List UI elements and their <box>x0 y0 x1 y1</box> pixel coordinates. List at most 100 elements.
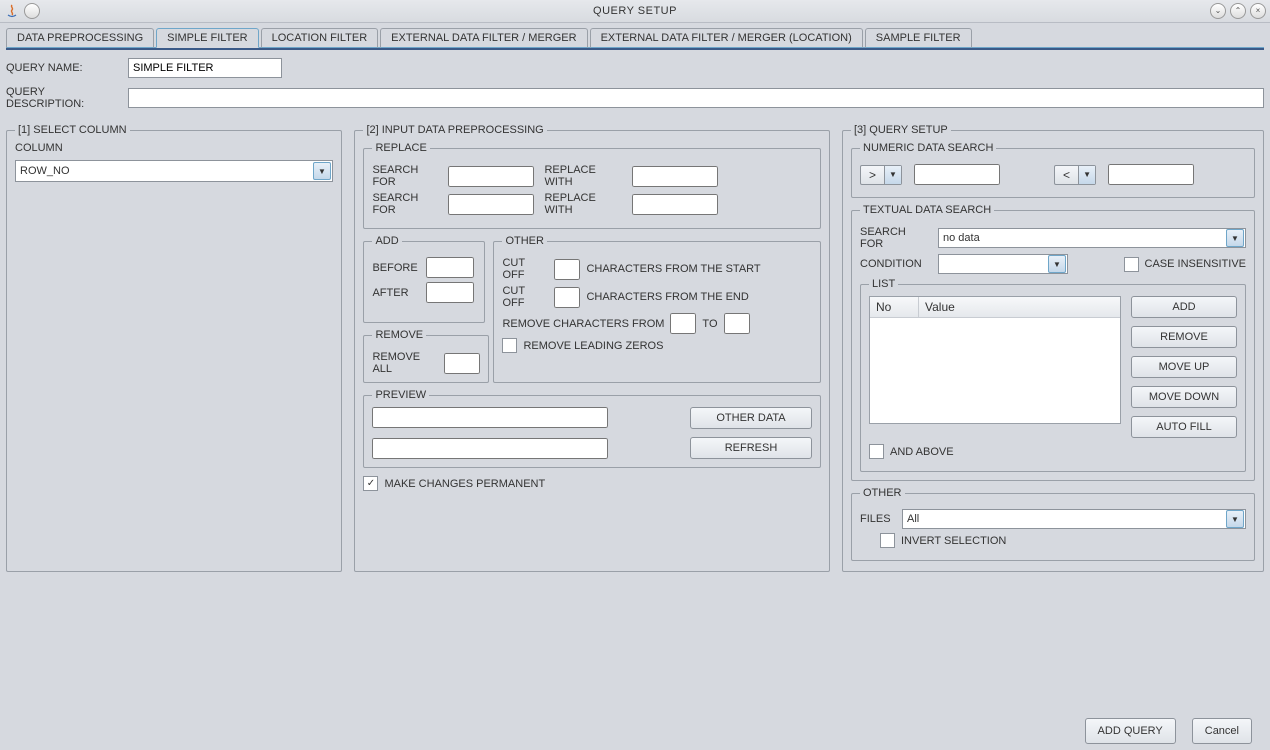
cutoff-start-input[interactable] <box>554 259 580 280</box>
query-name-label: QUERY NAME: <box>6 62 122 74</box>
chevron-down-icon: ▼ <box>1048 255 1066 273</box>
panel-query-setup: [3] QUERY SETUP NUMERIC DATA SEARCH >▼ <… <box>842 124 1264 572</box>
search-for-value: no data <box>943 232 980 244</box>
and-above-checkbox[interactable] <box>869 444 884 459</box>
tab-label: DATA PREPROCESSING <box>17 32 143 44</box>
panel-select-column: [1] SELECT COLUMN COLUMN ROW_NO ▼ <box>6 124 342 572</box>
from-end-label: CHARACTERS FROM THE END <box>586 291 748 303</box>
button-label: Cancel <box>1205 725 1239 737</box>
list-movedown-button[interactable]: MOVE DOWN <box>1131 386 1237 408</box>
before-input[interactable] <box>426 257 474 278</box>
other-data-button[interactable]: OTHER DATA <box>690 407 812 429</box>
numeric-op2-value: < <box>1055 168 1078 182</box>
list-autofill-button[interactable]: AUTO FILL <box>1131 416 1237 438</box>
column-select[interactable]: ROW_NO ▼ <box>15 160 333 182</box>
column-label: COLUMN <box>15 142 333 154</box>
panel2-legend: [2] INPUT DATA PREPROCESSING <box>363 124 546 136</box>
numeric-op2-select[interactable]: <▼ <box>1054 165 1096 185</box>
textual-legend: TEXTUAL DATA SEARCH <box>860 204 994 216</box>
tab-simple-filter[interactable]: SIMPLE FILTER <box>156 28 258 48</box>
tab-label: SIMPLE FILTER <box>167 32 247 44</box>
close-icon[interactable]: × <box>1250 3 1266 19</box>
maximize-icon[interactable]: ⌃ <box>1230 3 1246 19</box>
leading-zeros-checkbox[interactable] <box>502 338 517 353</box>
list-legend: LIST <box>869 278 898 290</box>
tab-external-filter-location[interactable]: EXTERNAL DATA FILTER / MERGER (LOCATION) <box>590 28 863 48</box>
replace-with-label: REPLACE WITH <box>544 164 626 188</box>
query-desc-label: QUERY DESCRIPTION: <box>6 86 122 110</box>
search-for-label: SEARCH FOR <box>372 192 442 216</box>
search-for-select[interactable]: no data ▼ <box>938 228 1246 248</box>
tab-label: LOCATION FILTER <box>272 32 368 44</box>
group-numeric-search: NUMERIC DATA SEARCH >▼ <▼ <box>851 142 1255 198</box>
condition-select[interactable]: ▼ <box>938 254 1068 274</box>
tab-data-preprocessing[interactable]: DATA PREPROCESSING <box>6 28 154 48</box>
after-label: AFTER <box>372 287 420 299</box>
cutoff-end-input[interactable] <box>554 287 580 308</box>
list-add-button[interactable]: ADD <box>1131 296 1237 318</box>
invert-selection-label: INVERT SELECTION <box>901 535 1006 547</box>
button-label: ADD <box>1172 301 1195 313</box>
files-select[interactable]: All ▼ <box>902 509 1246 529</box>
button-label: ADD QUERY <box>1098 725 1163 737</box>
preview-input-2[interactable] <box>372 438 608 459</box>
list-col-value: Value <box>919 297 1120 317</box>
cancel-button[interactable]: Cancel <box>1192 718 1252 744</box>
chevron-down-icon: ▼ <box>313 162 331 180</box>
remove-all-input[interactable] <box>444 353 480 374</box>
button-label: OTHER DATA <box>716 412 785 424</box>
panel-input-preprocessing: [2] INPUT DATA PREPROCESSING REPLACE SEA… <box>354 124 830 572</box>
cutoff-label: CUT OFF <box>502 257 548 281</box>
make-permanent-label: MAKE CHANGES PERMANENT <box>384 478 545 490</box>
preview-input-1[interactable] <box>372 407 608 428</box>
replace-with-label: REPLACE WITH <box>544 192 626 216</box>
minimize-icon[interactable]: ⌄ <box>1210 3 1226 19</box>
group-other-query: OTHER FILES All ▼ INVERT SELECTION <box>851 487 1255 561</box>
replace-with-input-1[interactable] <box>632 166 718 187</box>
cutoff-label: CUT OFF <box>502 285 548 309</box>
numeric-legend: NUMERIC DATA SEARCH <box>860 142 996 154</box>
column-select-value: ROW_NO <box>20 165 70 177</box>
invert-selection-checkbox[interactable] <box>880 533 895 548</box>
tab-sample-filter[interactable]: SAMPLE FILTER <box>865 28 972 48</box>
window-title: QUERY SETUP <box>0 5 1270 17</box>
refresh-button[interactable]: REFRESH <box>690 437 812 459</box>
group-remove: REMOVE REMOVE ALL <box>363 329 489 383</box>
search-for-input-2[interactable] <box>448 194 534 215</box>
to-label: TO <box>702 318 717 330</box>
list-moveup-button[interactable]: MOVE UP <box>1131 356 1237 378</box>
before-label: BEFORE <box>372 262 420 274</box>
tab-external-filter[interactable]: EXTERNAL DATA FILTER / MERGER <box>380 28 587 48</box>
tab-location-filter[interactable]: LOCATION FILTER <box>261 28 379 48</box>
group-textual-search: TEXTUAL DATA SEARCH SEARCH FOR no data ▼… <box>851 204 1255 481</box>
case-insensitive-checkbox[interactable] <box>1124 257 1139 272</box>
numeric-v1-input[interactable] <box>914 164 1000 185</box>
chevron-down-icon: ▼ <box>1226 510 1244 528</box>
search-for-label: SEARCH FOR <box>372 164 442 188</box>
make-permanent-checkbox[interactable]: ✓ <box>363 476 378 491</box>
replace-legend: REPLACE <box>372 142 429 154</box>
after-input[interactable] <box>426 282 474 303</box>
search-for-label: SEARCH FOR <box>860 226 932 250</box>
tab-bar: DATA PREPROCESSING SIMPLE FILTER LOCATIO… <box>6 27 1264 48</box>
numeric-v2-input[interactable] <box>1108 164 1194 185</box>
group-add: ADD BEFORE AFTER <box>363 235 485 323</box>
group-other-preproc: OTHER CUT OFF CHARACTERS FROM THE START … <box>493 235 821 383</box>
numeric-op1-select[interactable]: >▼ <box>860 165 902 185</box>
search-for-input-1[interactable] <box>448 166 534 187</box>
group-preview: PREVIEW OTHER DATA REFRESH <box>363 389 821 468</box>
remove-to-input[interactable] <box>724 313 750 334</box>
group-list: LIST No Value ADD REMOVE MOVE UP <box>860 278 1246 472</box>
remove-from-input[interactable] <box>670 313 696 334</box>
replace-with-input-2[interactable] <box>632 194 718 215</box>
remove-all-label: REMOVE ALL <box>372 351 438 375</box>
query-name-input[interactable] <box>128 58 282 78</box>
list-table[interactable]: No Value <box>869 296 1121 424</box>
condition-label: CONDITION <box>860 258 932 270</box>
panel3-legend: [3] QUERY SETUP <box>851 124 951 136</box>
add-legend: ADD <box>372 235 401 247</box>
query-desc-input[interactable] <box>128 88 1264 108</box>
list-remove-button[interactable]: REMOVE <box>1131 326 1237 348</box>
add-query-button[interactable]: ADD QUERY <box>1085 718 1176 744</box>
chevron-down-icon: ▼ <box>1078 166 1095 184</box>
